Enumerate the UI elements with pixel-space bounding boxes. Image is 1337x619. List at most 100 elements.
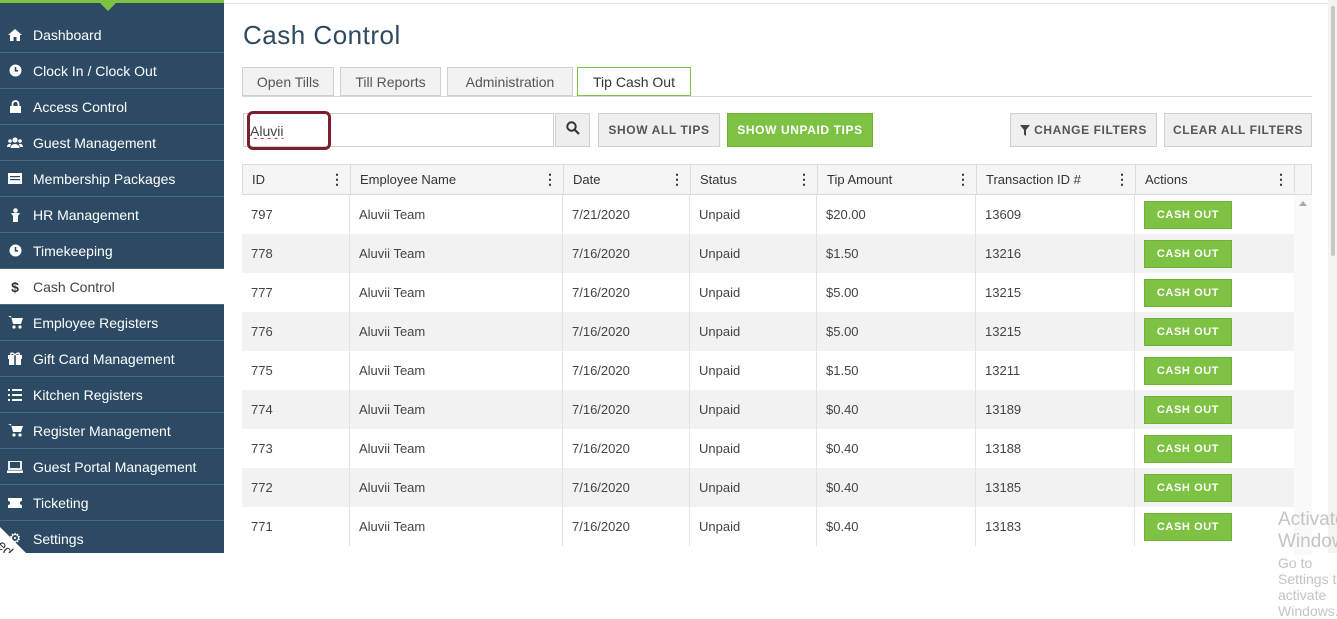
column-menu-icon[interactable]: ⋮ — [1274, 172, 1288, 186]
column-header-employee-name[interactable]: Employee Name ⋮ — [351, 165, 564, 194]
table-row[interactable]: 776 Aluvii Team 7/16/2020 Unpaid $5.00 13215 C… — [242, 312, 1294, 351]
cell-actions: CASH OUT — [1135, 195, 1294, 234]
show-unpaid-tips-button[interactable]: SHOW UNPAID TIPS — [727, 113, 873, 147]
show-all-tips-button[interactable]: SHOW ALL TIPS — [598, 113, 720, 147]
sidebar-item-guest-management[interactable]: Guest Management — [0, 125, 224, 161]
cell-amount: $5.00 — [817, 273, 976, 312]
cash-out-button[interactable]: CASH OUT — [1144, 512, 1232, 541]
scroll-up-icon[interactable] — [1299, 201, 1307, 206]
sidebar-item-gift-card-management[interactable]: Gift Card Management — [0, 341, 224, 377]
sidebar-item-clock-in-clock-out[interactable]: Clock In / Clock Out — [0, 53, 224, 89]
grid-scrollbar[interactable] — [1294, 195, 1312, 555]
cash-out-button[interactable]: CASH OUT — [1144, 395, 1232, 424]
column-header-label: Transaction ID # — [986, 172, 1081, 187]
page-scrollbar-thumb[interactable] — [1331, 6, 1335, 256]
tab-till-reports[interactable]: Till Reports — [340, 67, 441, 96]
change-filters-label: CHANGE FILTERS — [1034, 123, 1147, 137]
cash-out-button[interactable]: CASH OUT — [1144, 317, 1232, 346]
column-header-transaction-id[interactable]: Transaction ID # ⋮ — [977, 165, 1136, 194]
tab-open-tills[interactable]: Open Tills — [242, 67, 334, 96]
cash-out-button[interactable]: CASH OUT — [1144, 200, 1232, 229]
column-menu-icon[interactable]: ⋮ — [330, 172, 344, 186]
cell-amount: $0.40 — [817, 390, 976, 429]
cell-name: Aluvii Team — [350, 351, 563, 390]
sidebar-item-access-control[interactable]: Access Control — [0, 89, 224, 125]
column-menu-icon[interactable]: ⋮ — [670, 172, 684, 186]
table-row[interactable]: 775 Aluvii Team 7/16/2020 Unpaid $1.50 13211 C… — [242, 351, 1294, 390]
sidebar-item-cash-control[interactable]: $ Cash Control — [0, 269, 224, 305]
column-menu-icon[interactable]: ⋮ — [1115, 172, 1129, 186]
cell-date: 7/21/2020 — [563, 195, 690, 234]
table-row[interactable]: 797 Aluvii Team 7/21/2020 Unpaid $20.00 13609… — [242, 195, 1294, 234]
windows-activation-watermark: Activate Windows Go to Settings to activ… — [1278, 509, 1337, 619]
top-divider — [224, 3, 1330, 4]
tab-tip-cash-out[interactable]: Tip Cash Out — [577, 67, 691, 97]
sidebar-item-employee-registers[interactable]: Employee Registers — [0, 305, 224, 341]
cell-name: Aluvii Team — [350, 234, 563, 273]
column-menu-icon[interactable]: ⋮ — [543, 172, 557, 186]
sidebar-item-hr-management[interactable]: HR Management — [0, 197, 224, 233]
column-header-label: Employee Name — [360, 172, 457, 187]
sidebar-item-timekeeping[interactable]: Timekeeping — [0, 233, 224, 269]
column-header-tip-amount[interactable]: Tip Amount ⋮ — [818, 165, 977, 194]
cell-actions: CASH OUT — [1135, 351, 1294, 390]
tabs-divider — [242, 96, 1312, 97]
cell-name: Aluvii Team — [350, 390, 563, 429]
cell-date: 7/16/2020 — [563, 507, 690, 546]
list-icon — [7, 388, 23, 401]
column-menu-icon[interactable]: ⋮ — [797, 172, 811, 186]
clear-all-filters-button[interactable]: CLEAR ALL FILTERS — [1164, 113, 1312, 147]
search-button[interactable] — [555, 113, 590, 147]
column-menu-icon[interactable]: ⋮ — [956, 172, 970, 186]
sidebar-item-label: HR Management — [33, 206, 139, 223]
cell-actions: CASH OUT — [1135, 507, 1294, 546]
cell-date: 7/16/2020 — [563, 312, 690, 351]
cash-out-button[interactable]: CASH OUT — [1144, 278, 1232, 307]
column-header-id[interactable]: ID ⋮ — [243, 165, 351, 194]
table-row[interactable]: 778 Aluvii Team 7/16/2020 Unpaid $1.50 13216 C… — [242, 234, 1294, 273]
sidebar-item-register-management[interactable]: Register Management — [0, 413, 224, 449]
clock-icon — [7, 64, 23, 77]
column-header-label: Actions — [1145, 172, 1188, 187]
cell-actions: CASH OUT — [1135, 468, 1294, 507]
cell-date: 7/16/2020 — [563, 273, 690, 312]
table-row[interactable]: 771 Aluvii Team 7/16/2020 Unpaid $0.40 13183 C… — [242, 507, 1294, 546]
cell-date: 7/16/2020 — [563, 390, 690, 429]
cell-date: 7/16/2020 — [563, 351, 690, 390]
change-filters-button[interactable]: CHANGE FILTERS — [1010, 113, 1157, 147]
cell-txn: 13183 — [976, 507, 1135, 546]
table-row[interactable]: 774 Aluvii Team 7/16/2020 Unpaid $0.40 13189 C… — [242, 390, 1294, 429]
sidebar-item-settings[interactable]: ⚙ Settings — [0, 521, 224, 553]
sidebar-item-label: Cash Control — [33, 278, 115, 295]
cash-out-button[interactable]: CASH OUT — [1144, 473, 1232, 502]
cell-id: 778 — [242, 234, 350, 273]
cash-out-button[interactable]: CASH OUT — [1144, 239, 1232, 268]
sidebar-item-label: Kitchen Registers — [33, 386, 143, 403]
table-row[interactable]: 777 Aluvii Team 7/16/2020 Unpaid $5.00 13215 C… — [242, 273, 1294, 312]
gift-icon — [7, 352, 23, 365]
table-row[interactable]: 772 Aluvii Team 7/16/2020 Unpaid $0.40 13185 C… — [242, 468, 1294, 507]
table-row[interactable]: 773 Aluvii Team 7/16/2020 Unpaid $0.40 13188 C… — [242, 429, 1294, 468]
column-header-actions[interactable]: Actions ⋮ — [1136, 165, 1295, 194]
cart-icon — [7, 424, 23, 437]
cell-id: 775 — [242, 351, 350, 390]
sidebar-item-ticketing[interactable]: Ticketing — [0, 485, 224, 521]
cell-date: 7/16/2020 — [563, 468, 690, 507]
sidebar-item-dashboard[interactable]: Dashboard — [0, 17, 224, 53]
cell-status: Unpaid — [690, 234, 817, 273]
search-highlight-annotation — [247, 111, 331, 150]
cash-out-button[interactable]: CASH OUT — [1144, 434, 1232, 463]
cell-id: 776 — [242, 312, 350, 351]
cell-id: 773 — [242, 429, 350, 468]
cell-amount: $1.50 — [817, 234, 976, 273]
sidebar-item-membership-packages[interactable]: Membership Packages — [0, 161, 224, 197]
cell-actions: CASH OUT — [1135, 234, 1294, 273]
column-header-date[interactable]: Date ⋮ — [564, 165, 691, 194]
cash-out-button[interactable]: CASH OUT — [1144, 356, 1232, 385]
column-header-status[interactable]: Status ⋮ — [691, 165, 818, 194]
sidebar-item-kitchen-registers[interactable]: Kitchen Registers — [0, 377, 224, 413]
cell-date: 7/16/2020 — [563, 429, 690, 468]
ticket-icon — [7, 497, 23, 508]
sidebar-item-guest-portal-management[interactable]: Guest Portal Management — [0, 449, 224, 485]
tab-administration[interactable]: Administration — [447, 67, 573, 96]
